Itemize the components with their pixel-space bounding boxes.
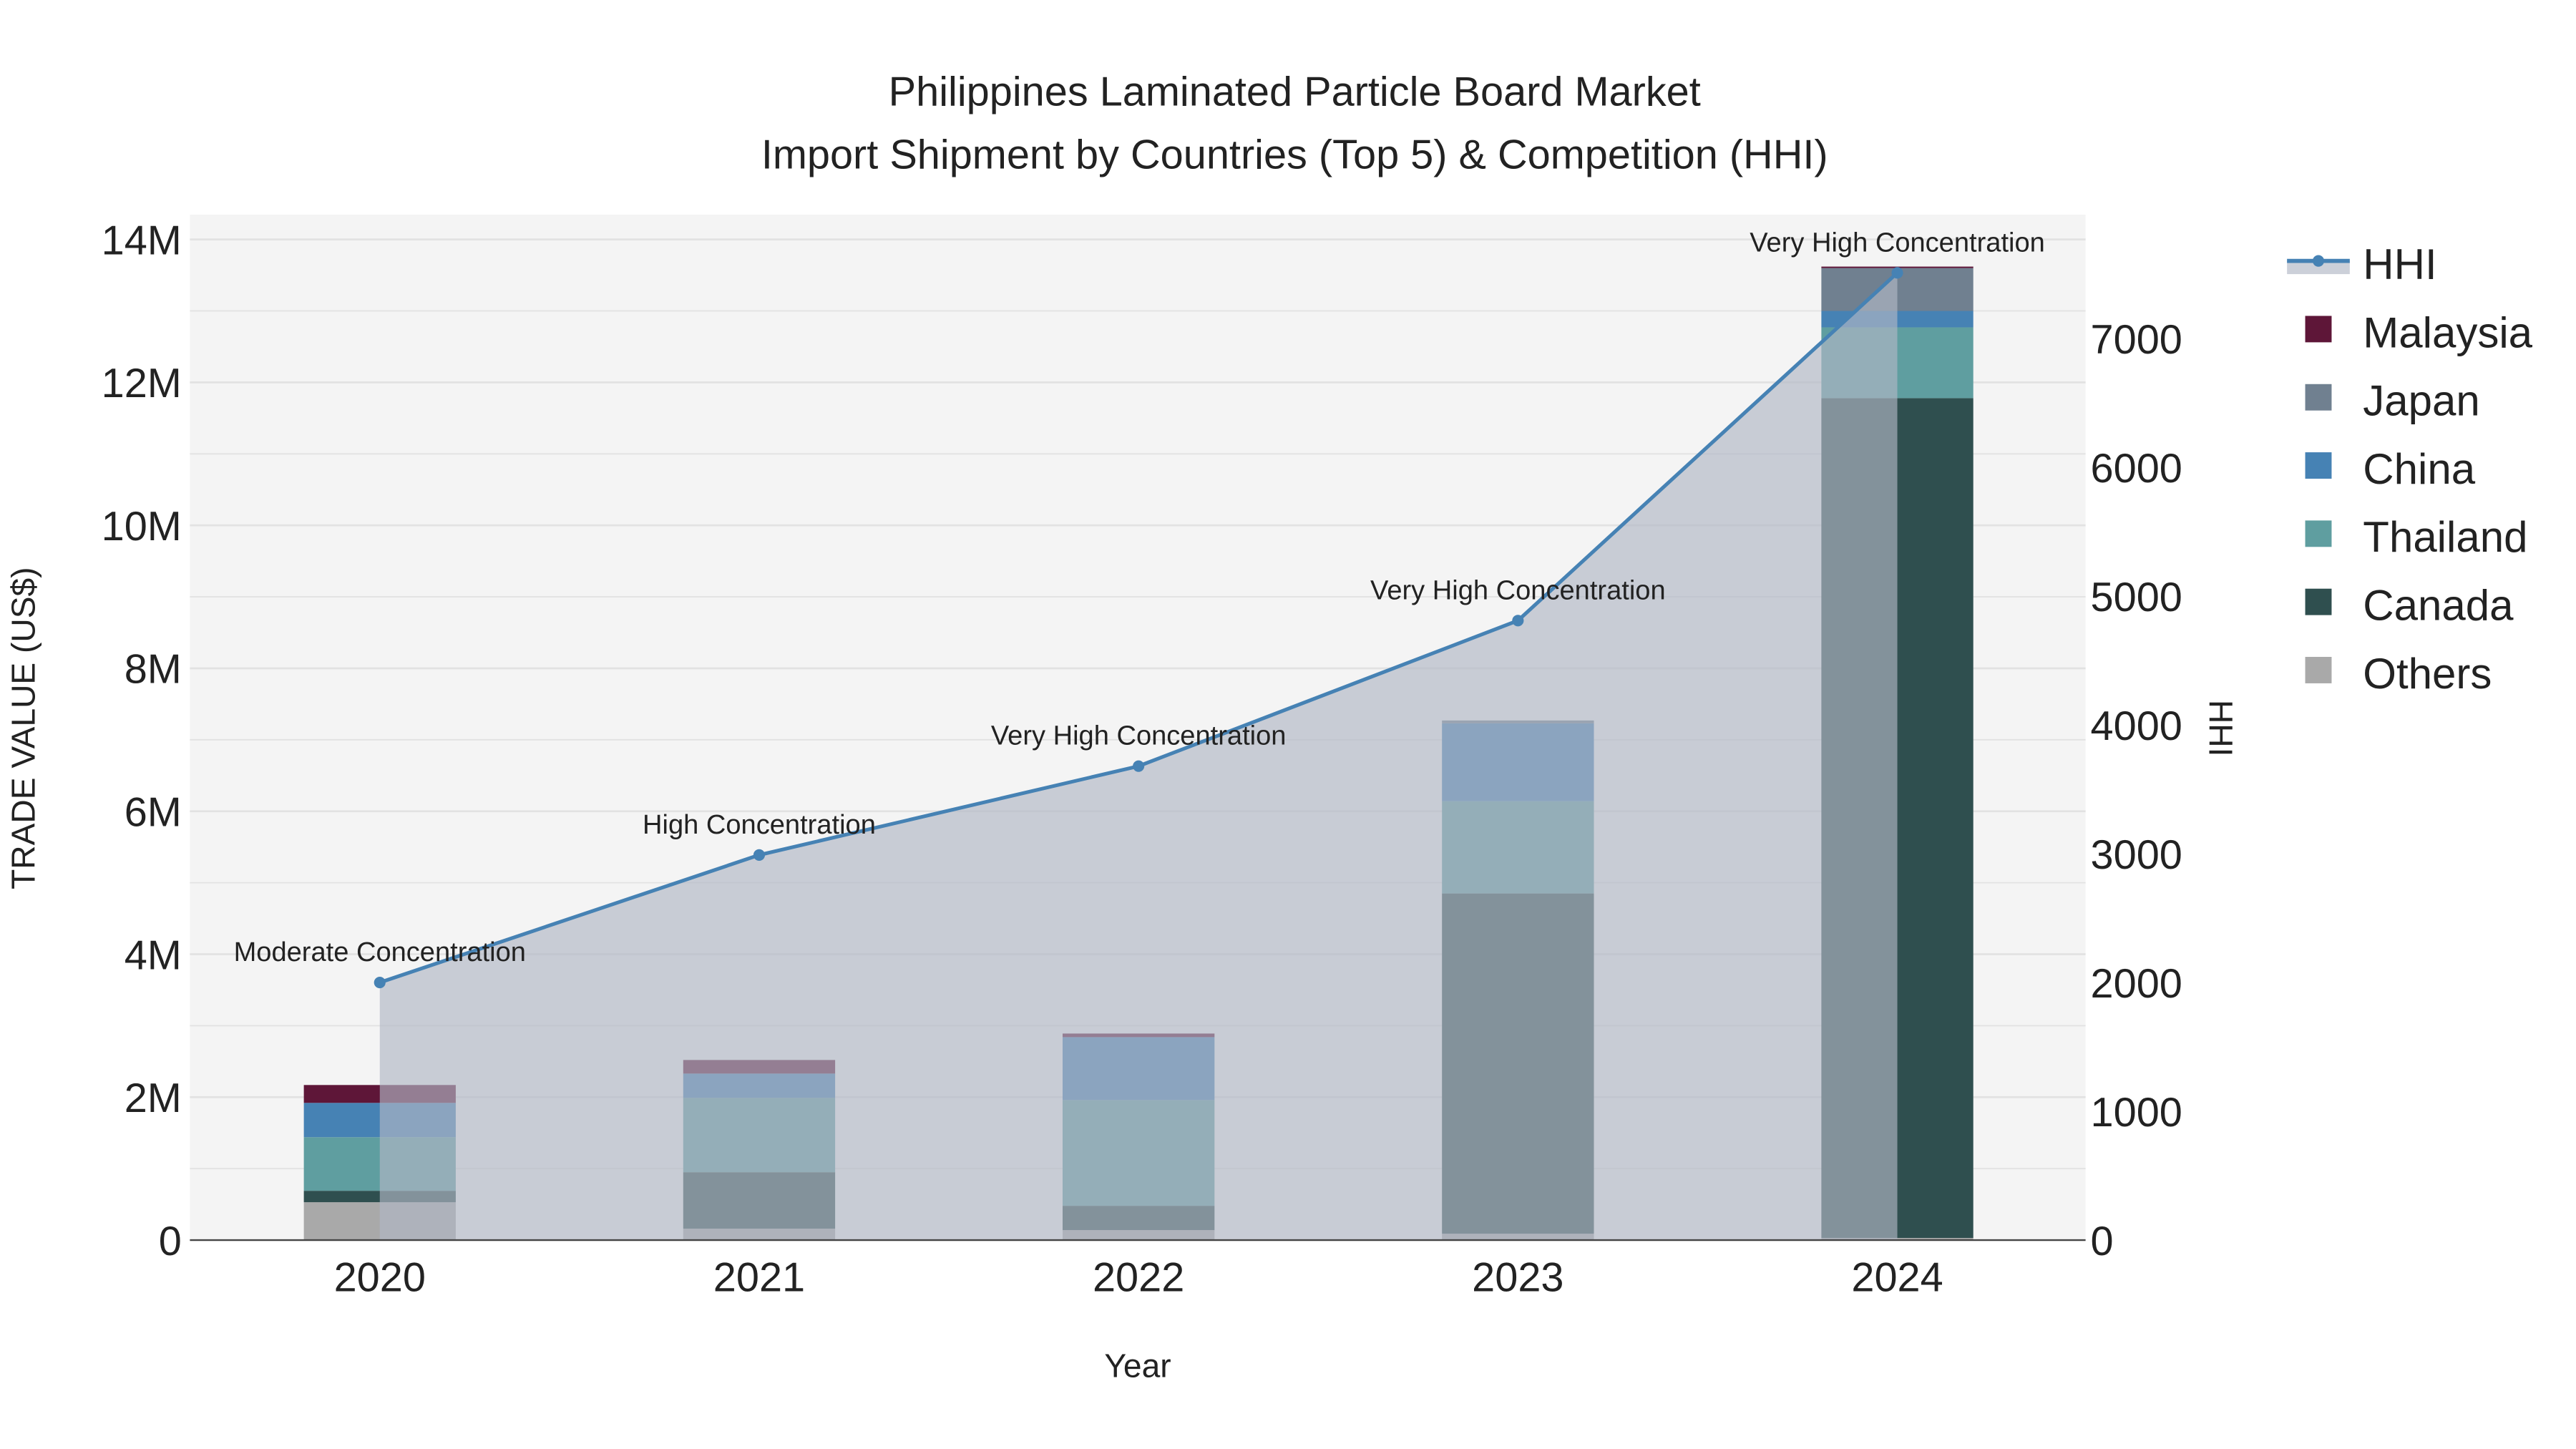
legend-label-hhi: HHI bbox=[2363, 240, 2436, 288]
y-tick-label: 0 bbox=[159, 1219, 182, 1264]
y2-tick-label: 7000 bbox=[2091, 317, 2182, 363]
chart-subtitle: Import Shipment by Countries (Top 5) & C… bbox=[761, 132, 1828, 177]
legend-swatch-malaysia bbox=[2305, 316, 2332, 343]
hhi-annotation: Very High Concentration bbox=[991, 721, 1287, 751]
hhi-annotation: Moderate Concentration bbox=[234, 937, 526, 967]
y2-tick-label: 0 bbox=[2091, 1219, 2114, 1264]
y-tick-label: 14M bbox=[102, 218, 182, 263]
x-tick-label: 2021 bbox=[713, 1255, 805, 1301]
y2-axis-title: HHI bbox=[2202, 700, 2240, 756]
chart-title: Philippines Laminated Particle Board Mar… bbox=[889, 69, 1701, 115]
hhi-annotation: Very High Concentration bbox=[1370, 575, 1666, 605]
y2-tick-label: 5000 bbox=[2091, 575, 2182, 620]
y-axis-title: TRADE VALUE (US$) bbox=[4, 567, 42, 889]
hhi-annotation: High Concentration bbox=[643, 810, 876, 840]
legend-hhi-marker bbox=[2312, 255, 2325, 267]
y-tick-label: 6M bbox=[125, 790, 182, 836]
hhi-point-2024 bbox=[1891, 267, 1903, 279]
y2-tick-label: 6000 bbox=[2091, 446, 2182, 492]
legend-swatch-japan bbox=[2305, 384, 2332, 411]
legend-label-malaysia: Malaysia bbox=[2363, 308, 2532, 356]
legend-swatch-canada bbox=[2305, 588, 2332, 615]
x-tick-label: 2023 bbox=[1472, 1255, 1563, 1301]
y-tick-label: 4M bbox=[125, 932, 182, 978]
y-tick-label: 8M bbox=[125, 647, 182, 693]
legend-label-japan: Japan bbox=[2363, 377, 2479, 425]
legend-label-canada: Canada bbox=[2363, 582, 2514, 630]
y-tick-label: 10M bbox=[102, 504, 182, 550]
y2-tick-label: 1000 bbox=[2091, 1090, 2182, 1136]
x-tick-label: 2022 bbox=[1093, 1255, 1184, 1301]
y2-tick-label: 4000 bbox=[2091, 703, 2182, 749]
hhi-point-2020 bbox=[374, 977, 386, 989]
legend-swatch-china bbox=[2305, 452, 2332, 479]
chart: Philippines Laminated Particle Board Mar… bbox=[4, 69, 2532, 1385]
y-tick-label: 2M bbox=[125, 1075, 182, 1121]
legend-swatch-thailand bbox=[2305, 520, 2332, 547]
hhi-point-2022 bbox=[1133, 760, 1145, 772]
y2-tick-label: 3000 bbox=[2091, 832, 2182, 878]
legend-label-others: Others bbox=[2363, 650, 2492, 698]
hhi-point-2023 bbox=[1512, 615, 1524, 627]
x-axis-title: Year bbox=[1104, 1347, 1171, 1385]
legend-swatch-others bbox=[2305, 657, 2332, 683]
x-tick-label: 2020 bbox=[334, 1255, 426, 1301]
y2-tick-label: 2000 bbox=[2091, 961, 2182, 1007]
hhi-point-2021 bbox=[753, 849, 766, 861]
legend-label-thailand: Thailand bbox=[2363, 513, 2527, 561]
hhi-annotation: Very High Concentration bbox=[1750, 228, 2045, 258]
y-tick-label: 12M bbox=[102, 361, 182, 406]
x-tick-label: 2024 bbox=[1851, 1255, 1943, 1301]
legend-label-china: China bbox=[2363, 445, 2475, 493]
